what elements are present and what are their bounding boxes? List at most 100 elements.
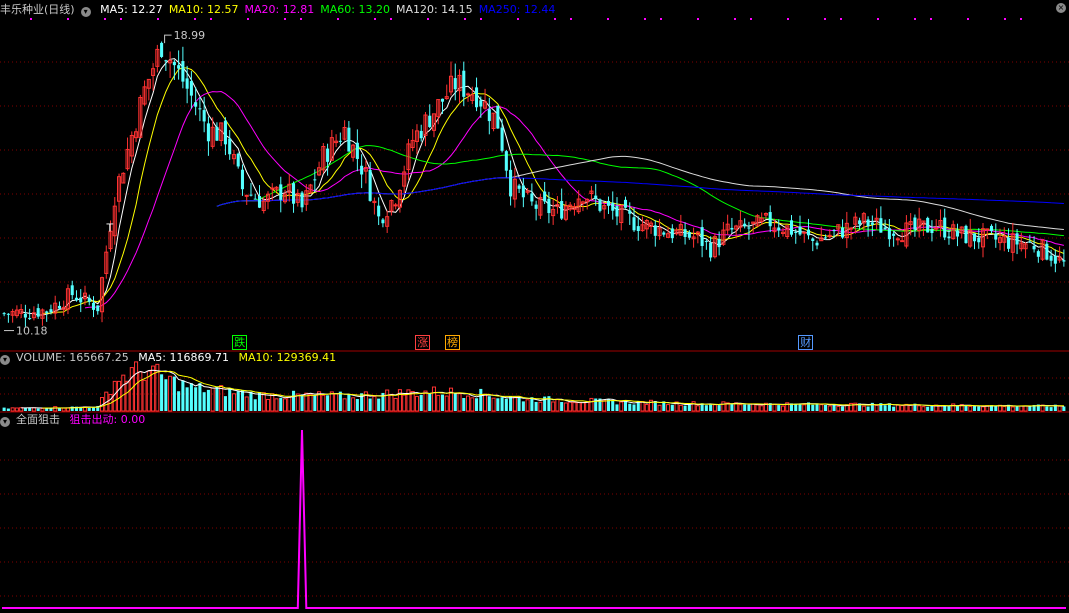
candle-body [189, 81, 193, 96]
grid-dot [660, 18, 662, 20]
candlestick [1053, 249, 1057, 273]
candlestick [308, 183, 313, 195]
candlestick [292, 181, 296, 213]
candlestick [219, 122, 224, 147]
grid-dot [284, 18, 286, 20]
volume-bars [2, 361, 1066, 412]
close-icon[interactable]: × [1056, 3, 1066, 13]
candlestick [360, 154, 364, 189]
candlestick [538, 193, 543, 220]
candle-body [440, 98, 445, 102]
candle-body [883, 227, 887, 230]
candle-body [930, 229, 934, 234]
volume-bar [921, 406, 926, 412]
volume-bar [994, 405, 998, 411]
candle-body [700, 227, 704, 246]
candlestick [874, 208, 879, 230]
volume-bar [798, 403, 802, 411]
volume-bar [164, 379, 168, 411]
volume-bar [628, 403, 632, 411]
stock-chart[interactable]: 18.99 10.18 T [0, 0, 1069, 613]
volume-bar [930, 405, 934, 411]
candlestick [181, 46, 185, 89]
volume-bar [36, 408, 40, 411]
volume-bar [308, 393, 313, 412]
moving-average-lines [21, 58, 1065, 316]
candlestick [892, 230, 896, 247]
candlestick [61, 300, 66, 316]
volume-bar [836, 405, 841, 412]
candlestick [423, 111, 428, 147]
candle-body [79, 297, 83, 303]
ma-legend-item: MA10: 12.57 [168, 3, 239, 16]
volume-bar [270, 393, 275, 412]
candle-body [509, 169, 513, 197]
candle-body [381, 219, 385, 224]
candle-body [547, 198, 551, 214]
volume-bar [841, 406, 845, 411]
candle-body [419, 130, 423, 139]
volume-bar [40, 407, 45, 412]
candlestick [334, 134, 339, 148]
candlestick [870, 215, 874, 237]
candlestick [14, 305, 19, 318]
volume-bar [168, 375, 173, 412]
volume-bar [657, 404, 662, 412]
candlestick [483, 88, 488, 110]
candlestick [934, 219, 939, 232]
event-tag[interactable]: 跌 [232, 335, 248, 350]
volume-bar [611, 400, 615, 411]
candlestick [662, 231, 666, 237]
candlestick [329, 129, 334, 161]
volume-bar [500, 397, 504, 411]
event-tag[interactable]: 财 [798, 335, 814, 350]
volume-bar [185, 387, 189, 411]
candlestick [972, 233, 977, 250]
candle-body [802, 231, 807, 234]
candle-body [560, 200, 564, 219]
candlestick [91, 296, 96, 318]
grid-dot [390, 18, 392, 20]
volume-bar [866, 406, 870, 411]
candlestick [563, 201, 568, 222]
candlestick [636, 216, 640, 241]
volume-bar [1023, 405, 1028, 412]
volume-bar [632, 404, 636, 411]
grid-dot [194, 18, 196, 20]
candlestick [517, 183, 521, 194]
candle-body [926, 217, 930, 233]
candle-body [623, 199, 628, 208]
candle-body [2, 313, 6, 315]
volume-bar [759, 405, 764, 412]
collapse-icon[interactable]: ▾ [80, 7, 91, 17]
candle-body [858, 220, 862, 225]
candlestick [500, 118, 504, 153]
collapse-icon[interactable]: ▾ [0, 355, 10, 365]
candlestick [40, 308, 45, 326]
volume-bar [794, 403, 798, 411]
candlestick [568, 202, 573, 212]
volume-bar [980, 406, 986, 412]
candle-body [355, 142, 359, 159]
event-tag[interactable]: 涨 [415, 335, 431, 350]
volume-bar [351, 397, 356, 412]
candle-body [249, 194, 253, 196]
volume-bar [568, 401, 573, 412]
volume-bar [743, 404, 747, 411]
volume-bar [883, 405, 887, 411]
candlestick [377, 197, 381, 226]
event-tag[interactable]: 榜 [445, 335, 460, 350]
candlestick [580, 200, 585, 212]
candlestick [917, 207, 922, 238]
volume-bar [815, 403, 819, 411]
candlestick [615, 197, 619, 226]
collapse-icon[interactable]: ▾ [0, 417, 10, 427]
candle-body [160, 42, 164, 57]
volume-bar [580, 402, 585, 412]
volume-bar [951, 403, 956, 412]
volume-bar [28, 407, 32, 411]
grid-dot [644, 18, 646, 20]
candle-body [768, 212, 772, 227]
candlestick [448, 61, 454, 96]
volume-bar [257, 392, 262, 411]
